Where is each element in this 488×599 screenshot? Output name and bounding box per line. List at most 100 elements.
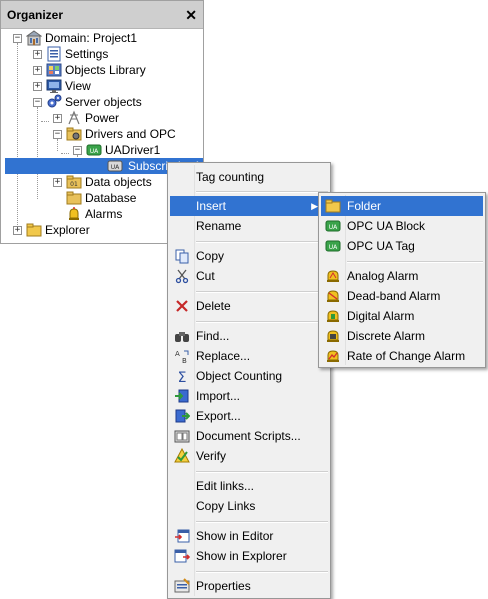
submenu-item-opc-ua-tag[interactable]: UA OPC UA Tag: [321, 236, 483, 256]
menu-item-label: Tag counting: [196, 170, 265, 184]
import-icon: [175, 389, 189, 403]
svg-text:Σ: Σ: [178, 370, 187, 384]
tree-node-label: Power: [85, 111, 120, 125]
discrete-alarm-icon: [327, 330, 339, 342]
scripts-icon: [174, 430, 190, 443]
submenu-item-digital-alarm[interactable]: Digital Alarm: [321, 306, 483, 326]
data-objects-icon: 01: [66, 175, 82, 189]
view-icon: [46, 79, 62, 93]
menu-item-label: Show in Editor: [196, 529, 274, 543]
menu-item-replace[interactable]: AB Replace...: [170, 346, 328, 366]
submenu-item-folder[interactable]: Folder: [321, 196, 483, 216]
digital-alarm-icon: [327, 310, 339, 322]
menu-item-insert[interactable]: Insert ▶: [170, 196, 328, 216]
drivers-icon: [66, 127, 82, 141]
menu-item-label: Replace...: [196, 349, 251, 363]
tree-node-view[interactable]: + View: [33, 78, 91, 94]
tree-node-data-objects[interactable]: + 01 Data objects: [53, 174, 152, 190]
copy-icon: [175, 249, 189, 264]
settings-icon: [47, 46, 61, 62]
submenu-item-analog-alarm[interactable]: Analog Alarm: [321, 266, 483, 286]
menu-item-import[interactable]: Import...: [170, 386, 328, 406]
organizer-title: Organizer: [7, 7, 64, 22]
power-icon: [68, 110, 80, 125]
menu-item-label: Digital Alarm: [347, 309, 415, 323]
menu-item-export[interactable]: Export...: [170, 406, 328, 426]
collapse-toggle[interactable]: −: [13, 33, 22, 43]
menu-item-label: Properties: [196, 579, 251, 593]
submenu-item-deadband-alarm[interactable]: Dead-band Alarm: [321, 286, 483, 306]
menu-item-label: OPC UA Block: [347, 219, 426, 233]
menu-item-object-counting[interactable]: Σ Object Counting: [170, 366, 328, 386]
menu-item-label: Copy: [196, 249, 225, 263]
menu-item-verify[interactable]: Verify: [170, 446, 328, 466]
menu-item-cut[interactable]: Cut: [170, 266, 328, 286]
binoculars-icon: [175, 332, 189, 342]
tree-node-label: Objects Library: [65, 63, 146, 77]
menu-item-label: Insert: [196, 199, 227, 213]
menu-item-find[interactable]: Find...: [170, 326, 328, 346]
close-icon[interactable]: ✕: [185, 8, 197, 22]
submenu-arrow-icon: ▶: [311, 200, 318, 211]
svg-text:01: 01: [70, 181, 78, 188]
tree-node-alarms[interactable]: Alarms: [66, 206, 122, 222]
collapse-toggle[interactable]: −: [73, 145, 82, 155]
menu-item-label: Find...: [196, 329, 230, 343]
show-editor-icon: [175, 529, 190, 543]
tree-node-explorer[interactable]: + Explorer: [13, 222, 90, 238]
menu-item-copy-links[interactable]: Copy Links: [170, 496, 328, 516]
tree-node-label: Server objects: [65, 95, 142, 109]
menu-item-properties[interactable]: Properties: [170, 576, 328, 596]
menu-item-show-in-explorer[interactable]: Show in Explorer: [170, 546, 328, 566]
properties-icon: [174, 578, 190, 593]
expand-toggle[interactable]: +: [53, 177, 62, 187]
expand-toggle[interactable]: +: [33, 81, 42, 91]
menu-item-label: Verify: [196, 449, 227, 463]
menu-item-show-in-editor[interactable]: Show in Editor: [170, 526, 328, 546]
submenu-item-rate-of-change-alarm[interactable]: Rate of Change Alarm: [321, 346, 483, 366]
submenu-item-opc-ua-block[interactable]: UA OPC UA Block: [321, 216, 483, 236]
collapse-toggle[interactable]: −: [33, 97, 42, 107]
menu-item-label: Object Counting: [196, 369, 283, 383]
folder-icon: [325, 199, 341, 213]
folder-icon: [26, 223, 42, 237]
collapse-toggle[interactable]: −: [53, 129, 62, 139]
tree-node-label: Explorer: [45, 223, 90, 237]
ua-tag-icon: UA: [325, 240, 341, 252]
tree-node-domain[interactable]: − Domain: Project1: [13, 30, 137, 46]
menu-item-label: Analog Alarm: [347, 269, 419, 283]
show-explorer-icon: [174, 549, 190, 563]
menu-item-document-scripts[interactable]: Document Scripts...: [170, 426, 328, 446]
cut-icon: [175, 269, 189, 284]
tree-node-power[interactable]: + Power: [53, 110, 119, 126]
expand-toggle[interactable]: +: [33, 65, 42, 75]
menu-item-delete[interactable]: Delete: [170, 296, 328, 316]
organizer-header: Organizer ✕: [1, 1, 203, 29]
sigma-icon: Σ: [178, 370, 187, 384]
domain-icon: [26, 30, 42, 46]
expand-toggle[interactable]: +: [33, 49, 42, 59]
tree-node-uadriver1[interactable]: − UA UADriver1: [73, 142, 160, 158]
tree-node-drivers-opc[interactable]: − Drivers and OPC: [53, 126, 176, 142]
insert-submenu: Folder UA OPC UA Block UA OPC UA Tag Ana…: [318, 192, 486, 368]
menu-item-label: Discrete Alarm: [347, 329, 426, 343]
submenu-item-discrete-alarm[interactable]: Discrete Alarm: [321, 326, 483, 346]
tree-node-label: View: [65, 79, 91, 93]
svg-text:A: A: [175, 350, 180, 358]
ua-driver-icon: UA: [86, 144, 102, 156]
menu-item-tag-counting[interactable]: Tag counting: [170, 167, 328, 187]
menu-item-rename[interactable]: Rename: [170, 216, 328, 236]
tree-node-server-objects[interactable]: − Server objects: [33, 94, 142, 110]
tree-node-settings[interactable]: + Settings: [33, 46, 108, 62]
expand-toggle[interactable]: +: [53, 113, 62, 123]
menu-item-label: Copy Links: [196, 499, 256, 513]
svg-text:UA: UA: [329, 224, 338, 231]
menu-item-copy[interactable]: Copy: [170, 246, 328, 266]
svg-text:UA: UA: [111, 164, 120, 171]
menu-item-label: Import...: [196, 389, 241, 403]
expand-toggle[interactable]: +: [13, 225, 22, 235]
tree-node-database[interactable]: Database: [66, 190, 136, 206]
menu-item-edit-links[interactable]: Edit links...: [170, 476, 328, 496]
tree-node-objects-library[interactable]: + Objects Library: [33, 62, 146, 78]
tree-node-label: Settings: [65, 47, 109, 61]
